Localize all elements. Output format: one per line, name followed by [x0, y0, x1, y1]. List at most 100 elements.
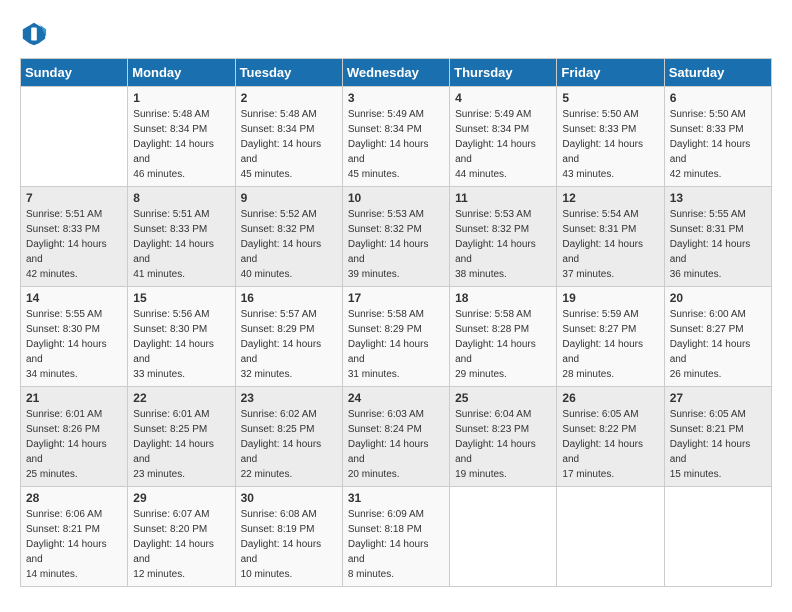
day-number: 22 [133, 391, 229, 405]
day-info: Sunrise: 6:02 AMSunset: 8:25 PMDaylight:… [241, 407, 337, 482]
day-number: 16 [241, 291, 337, 305]
day-number: 13 [670, 191, 766, 205]
day-number: 31 [348, 491, 444, 505]
calendar-week-row: 1 Sunrise: 5:48 AMSunset: 8:34 PMDayligh… [21, 87, 772, 187]
calendar-cell: 2 Sunrise: 5:48 AMSunset: 8:34 PMDayligh… [235, 87, 342, 187]
day-number: 11 [455, 191, 551, 205]
calendar-cell: 5 Sunrise: 5:50 AMSunset: 8:33 PMDayligh… [557, 87, 664, 187]
calendar-cell: 25 Sunrise: 6:04 AMSunset: 8:23 PMDaylig… [450, 387, 557, 487]
day-number: 1 [133, 91, 229, 105]
page-header [20, 20, 772, 48]
calendar-cell: 15 Sunrise: 5:56 AMSunset: 8:30 PMDaylig… [128, 287, 235, 387]
day-number: 21 [26, 391, 122, 405]
day-number: 8 [133, 191, 229, 205]
calendar-cell: 22 Sunrise: 6:01 AMSunset: 8:25 PMDaylig… [128, 387, 235, 487]
calendar-cell: 28 Sunrise: 6:06 AMSunset: 8:21 PMDaylig… [21, 487, 128, 587]
day-info: Sunrise: 5:53 AMSunset: 8:32 PMDaylight:… [348, 207, 444, 282]
day-number: 25 [455, 391, 551, 405]
day-number: 3 [348, 91, 444, 105]
day-info: Sunrise: 5:48 AMSunset: 8:34 PMDaylight:… [241, 107, 337, 182]
day-number: 15 [133, 291, 229, 305]
calendar-cell: 8 Sunrise: 5:51 AMSunset: 8:33 PMDayligh… [128, 187, 235, 287]
day-number: 10 [348, 191, 444, 205]
calendar-cell: 13 Sunrise: 5:55 AMSunset: 8:31 PMDaylig… [664, 187, 771, 287]
day-info: Sunrise: 5:49 AMSunset: 8:34 PMDaylight:… [455, 107, 551, 182]
day-info: Sunrise: 5:50 AMSunset: 8:33 PMDaylight:… [562, 107, 658, 182]
calendar-cell: 14 Sunrise: 5:55 AMSunset: 8:30 PMDaylig… [21, 287, 128, 387]
day-number: 7 [26, 191, 122, 205]
calendar-cell: 29 Sunrise: 6:07 AMSunset: 8:20 PMDaylig… [128, 487, 235, 587]
day-info: Sunrise: 6:08 AMSunset: 8:19 PMDaylight:… [241, 507, 337, 582]
day-header-friday: Friday [557, 59, 664, 87]
calendar-cell: 1 Sunrise: 5:48 AMSunset: 8:34 PMDayligh… [128, 87, 235, 187]
day-number: 30 [241, 491, 337, 505]
day-header-wednesday: Wednesday [342, 59, 449, 87]
calendar-header-row: SundayMondayTuesdayWednesdayThursdayFrid… [21, 59, 772, 87]
calendar-cell: 19 Sunrise: 5:59 AMSunset: 8:27 PMDaylig… [557, 287, 664, 387]
day-info: Sunrise: 6:07 AMSunset: 8:20 PMDaylight:… [133, 507, 229, 582]
calendar-cell: 11 Sunrise: 5:53 AMSunset: 8:32 PMDaylig… [450, 187, 557, 287]
day-number: 27 [670, 391, 766, 405]
day-info: Sunrise: 5:51 AMSunset: 8:33 PMDaylight:… [26, 207, 122, 282]
calendar-cell [664, 487, 771, 587]
day-number: 24 [348, 391, 444, 405]
calendar-cell: 30 Sunrise: 6:08 AMSunset: 8:19 PMDaylig… [235, 487, 342, 587]
calendar-table: SundayMondayTuesdayWednesdayThursdayFrid… [20, 58, 772, 587]
day-number: 17 [348, 291, 444, 305]
day-info: Sunrise: 5:56 AMSunset: 8:30 PMDaylight:… [133, 307, 229, 382]
day-info: Sunrise: 5:59 AMSunset: 8:27 PMDaylight:… [562, 307, 658, 382]
calendar-cell [450, 487, 557, 587]
calendar-cell: 27 Sunrise: 6:05 AMSunset: 8:21 PMDaylig… [664, 387, 771, 487]
day-number: 23 [241, 391, 337, 405]
day-number: 2 [241, 91, 337, 105]
day-info: Sunrise: 5:55 AMSunset: 8:31 PMDaylight:… [670, 207, 766, 282]
day-info: Sunrise: 5:58 AMSunset: 8:29 PMDaylight:… [348, 307, 444, 382]
calendar-week-row: 28 Sunrise: 6:06 AMSunset: 8:21 PMDaylig… [21, 487, 772, 587]
calendar-cell: 21 Sunrise: 6:01 AMSunset: 8:26 PMDaylig… [21, 387, 128, 487]
calendar-cell [557, 487, 664, 587]
day-number: 28 [26, 491, 122, 505]
day-info: Sunrise: 6:09 AMSunset: 8:18 PMDaylight:… [348, 507, 444, 582]
calendar-cell: 24 Sunrise: 6:03 AMSunset: 8:24 PMDaylig… [342, 387, 449, 487]
day-number: 19 [562, 291, 658, 305]
calendar-cell: 4 Sunrise: 5:49 AMSunset: 8:34 PMDayligh… [450, 87, 557, 187]
day-info: Sunrise: 6:05 AMSunset: 8:21 PMDaylight:… [670, 407, 766, 482]
day-info: Sunrise: 6:03 AMSunset: 8:24 PMDaylight:… [348, 407, 444, 482]
day-info: Sunrise: 5:52 AMSunset: 8:32 PMDaylight:… [241, 207, 337, 282]
calendar-cell: 31 Sunrise: 6:09 AMSunset: 8:18 PMDaylig… [342, 487, 449, 587]
calendar-week-row: 14 Sunrise: 5:55 AMSunset: 8:30 PMDaylig… [21, 287, 772, 387]
day-info: Sunrise: 5:49 AMSunset: 8:34 PMDaylight:… [348, 107, 444, 182]
day-info: Sunrise: 6:04 AMSunset: 8:23 PMDaylight:… [455, 407, 551, 482]
calendar-cell: 17 Sunrise: 5:58 AMSunset: 8:29 PMDaylig… [342, 287, 449, 387]
day-info: Sunrise: 5:54 AMSunset: 8:31 PMDaylight:… [562, 207, 658, 282]
day-header-saturday: Saturday [664, 59, 771, 87]
calendar-cell: 7 Sunrise: 5:51 AMSunset: 8:33 PMDayligh… [21, 187, 128, 287]
day-header-thursday: Thursday [450, 59, 557, 87]
day-info: Sunrise: 5:55 AMSunset: 8:30 PMDaylight:… [26, 307, 122, 382]
day-header-monday: Monday [128, 59, 235, 87]
logo-icon [20, 20, 48, 48]
day-number: 6 [670, 91, 766, 105]
calendar-week-row: 7 Sunrise: 5:51 AMSunset: 8:33 PMDayligh… [21, 187, 772, 287]
logo [20, 20, 52, 48]
day-info: Sunrise: 6:06 AMSunset: 8:21 PMDaylight:… [26, 507, 122, 582]
calendar-cell: 20 Sunrise: 6:00 AMSunset: 8:27 PMDaylig… [664, 287, 771, 387]
day-info: Sunrise: 5:58 AMSunset: 8:28 PMDaylight:… [455, 307, 551, 382]
calendar-cell: 23 Sunrise: 6:02 AMSunset: 8:25 PMDaylig… [235, 387, 342, 487]
calendar-cell: 16 Sunrise: 5:57 AMSunset: 8:29 PMDaylig… [235, 287, 342, 387]
day-header-sunday: Sunday [21, 59, 128, 87]
calendar-cell: 6 Sunrise: 5:50 AMSunset: 8:33 PMDayligh… [664, 87, 771, 187]
calendar-cell: 12 Sunrise: 5:54 AMSunset: 8:31 PMDaylig… [557, 187, 664, 287]
calendar-cell [21, 87, 128, 187]
day-info: Sunrise: 5:50 AMSunset: 8:33 PMDaylight:… [670, 107, 766, 182]
day-info: Sunrise: 6:01 AMSunset: 8:26 PMDaylight:… [26, 407, 122, 482]
day-number: 4 [455, 91, 551, 105]
calendar-week-row: 21 Sunrise: 6:01 AMSunset: 8:26 PMDaylig… [21, 387, 772, 487]
calendar-cell: 26 Sunrise: 6:05 AMSunset: 8:22 PMDaylig… [557, 387, 664, 487]
day-number: 26 [562, 391, 658, 405]
calendar-cell: 3 Sunrise: 5:49 AMSunset: 8:34 PMDayligh… [342, 87, 449, 187]
day-number: 5 [562, 91, 658, 105]
calendar-cell: 18 Sunrise: 5:58 AMSunset: 8:28 PMDaylig… [450, 287, 557, 387]
day-number: 9 [241, 191, 337, 205]
day-info: Sunrise: 6:05 AMSunset: 8:22 PMDaylight:… [562, 407, 658, 482]
